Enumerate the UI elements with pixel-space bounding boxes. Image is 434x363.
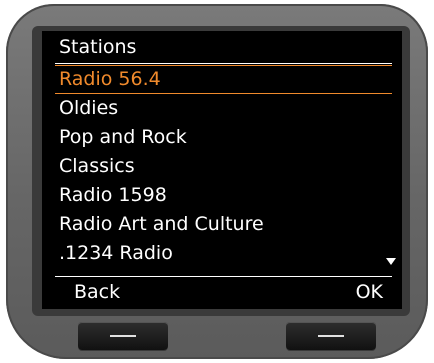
station-list: Radio 56.4 Oldies Pop and Rock Classics … (55, 65, 392, 268)
list-item[interactable]: .1234 Radio (55, 239, 392, 268)
display-screen: Stations Radio 56.4 Oldies Pop and Rock … (42, 31, 402, 309)
dash-icon (318, 335, 344, 337)
left-softkey-button[interactable] (78, 322, 168, 350)
dash-icon (110, 335, 136, 337)
list-item[interactable]: Pop and Rock (55, 123, 392, 152)
screen-title: Stations (59, 36, 137, 58)
list-item[interactable]: Oldies (55, 94, 392, 123)
right-softkey-button[interactable] (286, 322, 376, 350)
list-item[interactable]: Radio Art and Culture (55, 210, 392, 239)
list-item[interactable]: Radio 56.4 (55, 65, 392, 94)
softkey-bar: Back OK (42, 277, 402, 309)
ok-softkey-label: OK (355, 281, 383, 303)
phone-body: Stations Radio 56.4 Oldies Pop and Rock … (6, 4, 428, 359)
back-softkey-label: Back (74, 281, 121, 303)
list-item[interactable]: Radio 1598 (55, 181, 392, 210)
scroll-down-icon (386, 258, 396, 265)
list-item[interactable]: Classics (55, 152, 392, 181)
title-divider (55, 63, 392, 64)
